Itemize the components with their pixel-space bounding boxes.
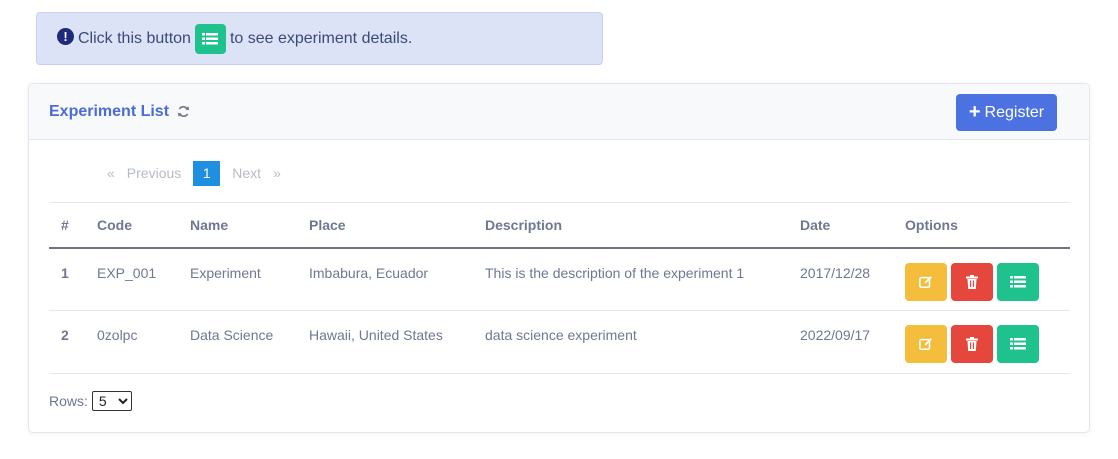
table-header-row: # Code Name Place Description Date Optio… (49, 202, 1070, 249)
rows-per-page: Rows: 5 (49, 391, 132, 411)
edit-icon (919, 275, 932, 288)
edit-button[interactable] (905, 262, 947, 301)
row-description: data science experiment (485, 310, 800, 374)
rows-label: Rows: (49, 393, 88, 409)
header-options: Options (905, 202, 1070, 249)
trash-icon (966, 337, 978, 351)
edit-button[interactable] (905, 325, 947, 363)
header-number: # (49, 202, 97, 249)
info-alert: ! Click this button to see experiment de… (36, 12, 603, 65)
experiment-list-card: Experiment List + Register « Previous 1 … (28, 83, 1090, 433)
pagination: « Previous 1 Next » (101, 160, 287, 186)
alert-text-before: Click this button (78, 29, 191, 47)
pagination-previous[interactable]: Previous (127, 165, 181, 181)
table-row: 1 EXP_001 Experiment Imbabura, Ecuador T… (49, 247, 1070, 311)
edit-icon (919, 338, 932, 351)
delete-button[interactable] (951, 325, 993, 363)
row-code: 0zolpc (97, 310, 190, 374)
row-place: Hawaii, United States (309, 310, 485, 374)
register-button[interactable]: + Register (956, 94, 1057, 131)
rows-select[interactable]: 5 (91, 391, 132, 411)
delete-button[interactable] (951, 262, 993, 301)
experiment-table: # Code Name Place Description Date Optio… (49, 202, 1070, 374)
details-button-example[interactable] (194, 23, 226, 54)
row-name: Experiment (190, 247, 309, 311)
refresh-icon[interactable] (177, 105, 190, 118)
card-header: Experiment List + Register (29, 84, 1089, 140)
header-description: Description (485, 202, 800, 249)
list-icon (1010, 275, 1026, 287)
row-date: 2017/12/28 (800, 247, 905, 311)
header-code: Code (97, 202, 190, 249)
row-number: 1 (49, 247, 97, 311)
list-icon (202, 32, 219, 44)
header-name: Name (190, 202, 309, 249)
row-options (905, 247, 1070, 311)
alert-text-after: to see experiment details. (229, 29, 413, 47)
row-place: Imbabura, Ecuador (309, 247, 485, 311)
pagination-current-page[interactable]: 1 (193, 160, 221, 186)
row-name: Data Science (190, 310, 309, 374)
header-date: Date (800, 202, 905, 249)
header-place: Place (309, 202, 485, 249)
pagination-last[interactable]: » (273, 165, 281, 181)
row-options (905, 310, 1070, 374)
exclamation-circle-icon: ! (57, 28, 74, 45)
details-button[interactable] (997, 325, 1039, 363)
card-title: Experiment List (49, 102, 170, 120)
register-label: Register (984, 103, 1045, 121)
row-date: 2022/09/17 (800, 310, 905, 374)
pagination-next[interactable]: Next (232, 165, 261, 181)
details-button[interactable] (997, 262, 1039, 301)
row-code: EXP_001 (97, 247, 190, 311)
row-description: This is the description of the experimen… (485, 247, 800, 311)
trash-icon (966, 274, 978, 289)
row-number: 2 (49, 310, 97, 374)
table-row: 2 0zolpc Data Science Hawaii, United Sta… (49, 310, 1070, 374)
pagination-first[interactable]: « (107, 165, 115, 181)
plus-icon: + (968, 100, 981, 123)
list-icon (1010, 338, 1026, 350)
